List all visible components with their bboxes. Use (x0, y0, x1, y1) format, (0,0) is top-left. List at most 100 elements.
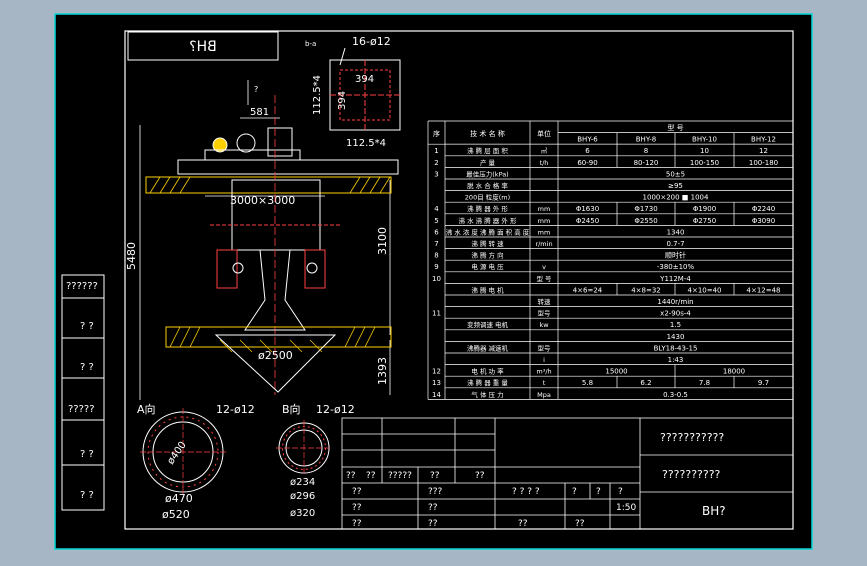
tb-cell: ? (572, 487, 577, 497)
spec-row-unit: i (543, 356, 545, 364)
spec-cell-value: 100-150 (690, 159, 719, 167)
view-b-holes: 12-ø12 (316, 403, 355, 416)
spec-cell-value: -380±10% (657, 263, 695, 271)
flange-holes-label: 16-ø12 (352, 35, 391, 48)
spec-cell-value: Φ2750 (693, 217, 716, 225)
spec-cell-value: 100-180 (749, 159, 778, 167)
spec-row-number: 2 (434, 159, 438, 167)
dim-581: 581 (250, 107, 269, 118)
spec-cell-value: 9.7 (758, 379, 769, 387)
dim-5480: 5480 (125, 242, 138, 270)
spec-row-unit: t/h (540, 159, 549, 167)
spec-row-number: 14 (432, 391, 441, 399)
spec-row-unit: 型号 (538, 309, 552, 318)
spec-cell-value: 80-120 (634, 159, 659, 167)
tb-cell: ?? (428, 519, 438, 529)
tb-cell: ? (596, 487, 601, 497)
left-strip-cell: ????? (68, 404, 95, 415)
spec-cell-value: 5.8 (582, 379, 593, 387)
spec-cell-value: 1430 (667, 333, 685, 341)
spec-cell-value: 1:43 (668, 356, 684, 364)
spec-row-number: 9 (434, 263, 438, 271)
tb-cell: ????? (388, 471, 412, 481)
left-strip-cell: ? ? (80, 362, 94, 373)
tb-cell: ?? (352, 503, 362, 513)
mirrored-title-text: BH? (189, 39, 217, 55)
spec-cell-value: 50±5 (666, 170, 685, 178)
spec-row-number: 13 (432, 379, 441, 387)
cad-viewport[interactable]: BH? 16-ø12 394 394 112.5*4 112.5*4 b-a 5… (0, 0, 867, 562)
spec-row-unit: 型号 (538, 343, 552, 352)
spec-cell-value: 4×12=48 (747, 286, 781, 294)
dim-2500: ø2500 (258, 349, 293, 362)
spec-row-name: 变频调速 电机 (467, 320, 509, 329)
spec-header-no: 序 (433, 129, 440, 138)
tb-cell: ?? (352, 519, 362, 529)
spec-row-name: 沸 水 沸 腾 器 外 形 (459, 216, 517, 225)
spec-model-header: BHY-12 (751, 136, 776, 144)
spec-row-unit: mm (538, 228, 551, 236)
tb-cell: ?? (518, 519, 528, 529)
spec-row-name: 200目 粒度(m) (465, 193, 510, 202)
flange-outer-v-dim: 112.5*4 (312, 75, 323, 115)
spec-cell-value: 10 (700, 147, 709, 155)
spec-cell-value: ≥95 (668, 182, 683, 190)
spec-cell-value: 0.7-7 (666, 240, 684, 248)
spec-cell-value: 8 (644, 147, 648, 155)
spec-row-unit: t (543, 379, 546, 387)
spec-header-name: 技 术 名 称 (470, 129, 505, 138)
spec-row-name: 沸 腾 层 面 积 (467, 146, 508, 155)
spec-cell-value: Φ1900 (693, 205, 716, 213)
spec-row-number: 8 (434, 252, 438, 260)
spec-cell-value: 6 (585, 147, 590, 155)
scale-label: 1:50 (616, 503, 636, 513)
spec-cell-value: 4×10=40 (688, 286, 722, 294)
title-block-main: ??????????? (660, 431, 724, 444)
spec-cell-value: 1340 (667, 228, 685, 236)
spec-row-unit: 转速 (538, 297, 552, 306)
spec-row-number: 5 (434, 217, 438, 225)
spec-cell-value: Φ1630 (576, 205, 599, 213)
spec-cell-value: 顺时针 (665, 251, 686, 260)
spec-cell-value: x2-90s-4 (660, 310, 691, 318)
spec-cell-value: Φ2240 (752, 205, 775, 213)
view-b-d234: ø234 (290, 477, 315, 488)
spec-cell-value: Φ2550 (634, 217, 657, 225)
spec-cell-value: Φ3090 (752, 217, 775, 225)
spec-model-header: BHY-8 (636, 136, 657, 144)
top-q-mark: ? (254, 85, 258, 94)
spec-row-name: 电 源 电 压 (471, 262, 504, 271)
left-strip-cell: ?????? (66, 281, 98, 292)
spec-cell-value: 7.8 (699, 379, 710, 387)
spec-cell-value: 15000 (605, 368, 627, 376)
spec-row-name: 沸 腾 器 外 形 (467, 204, 508, 213)
spec-cell-value: 1440r/min (657, 298, 693, 306)
title-block-subtitle: ?????????? (662, 468, 721, 481)
view-a-d520: ø520 (162, 508, 190, 521)
tb-cell: ?? (575, 519, 585, 529)
spec-cell-value: 4×6=24 (573, 286, 603, 294)
spec-row-unit: kw (539, 321, 549, 329)
spec-row-name: 脱 水 合 格 率 (467, 181, 508, 190)
dim-3100: 3100 (376, 227, 389, 255)
spec-row-unit: mm (538, 205, 551, 213)
left-strip-cell: ? ? (80, 321, 94, 332)
spec-row-name: 沸腾器 减速机 (467, 343, 509, 352)
spec-row-unit: 型 号 (536, 274, 552, 283)
left-strip-cell: ? ? (80, 449, 94, 460)
flange-outer-h-dim: 112.5*4 (346, 138, 386, 149)
spec-header-unit: 单位 (537, 129, 551, 138)
flange-note: b-a (305, 40, 316, 48)
spec-cell-value: Y112M-4 (659, 275, 691, 283)
left-strip-cell: ? ? (80, 490, 94, 501)
dim-3000: 3000×3000 (230, 194, 295, 207)
spec-row-name: 产 量 (480, 158, 496, 167)
spec-cell-value: 60-90 (577, 159, 597, 167)
spec-header-model: 型 号 (667, 123, 683, 132)
spec-row-name: 沸 腾 方 向 (471, 251, 503, 260)
dim-1393: 1393 (376, 357, 389, 385)
drawing-number: BH? (702, 504, 726, 518)
spec-cell-value: BLY18-43-15 (654, 344, 698, 352)
spec-row-unit: v (542, 263, 546, 271)
spec-row-name: 最佳压力(kPa) (466, 169, 508, 178)
